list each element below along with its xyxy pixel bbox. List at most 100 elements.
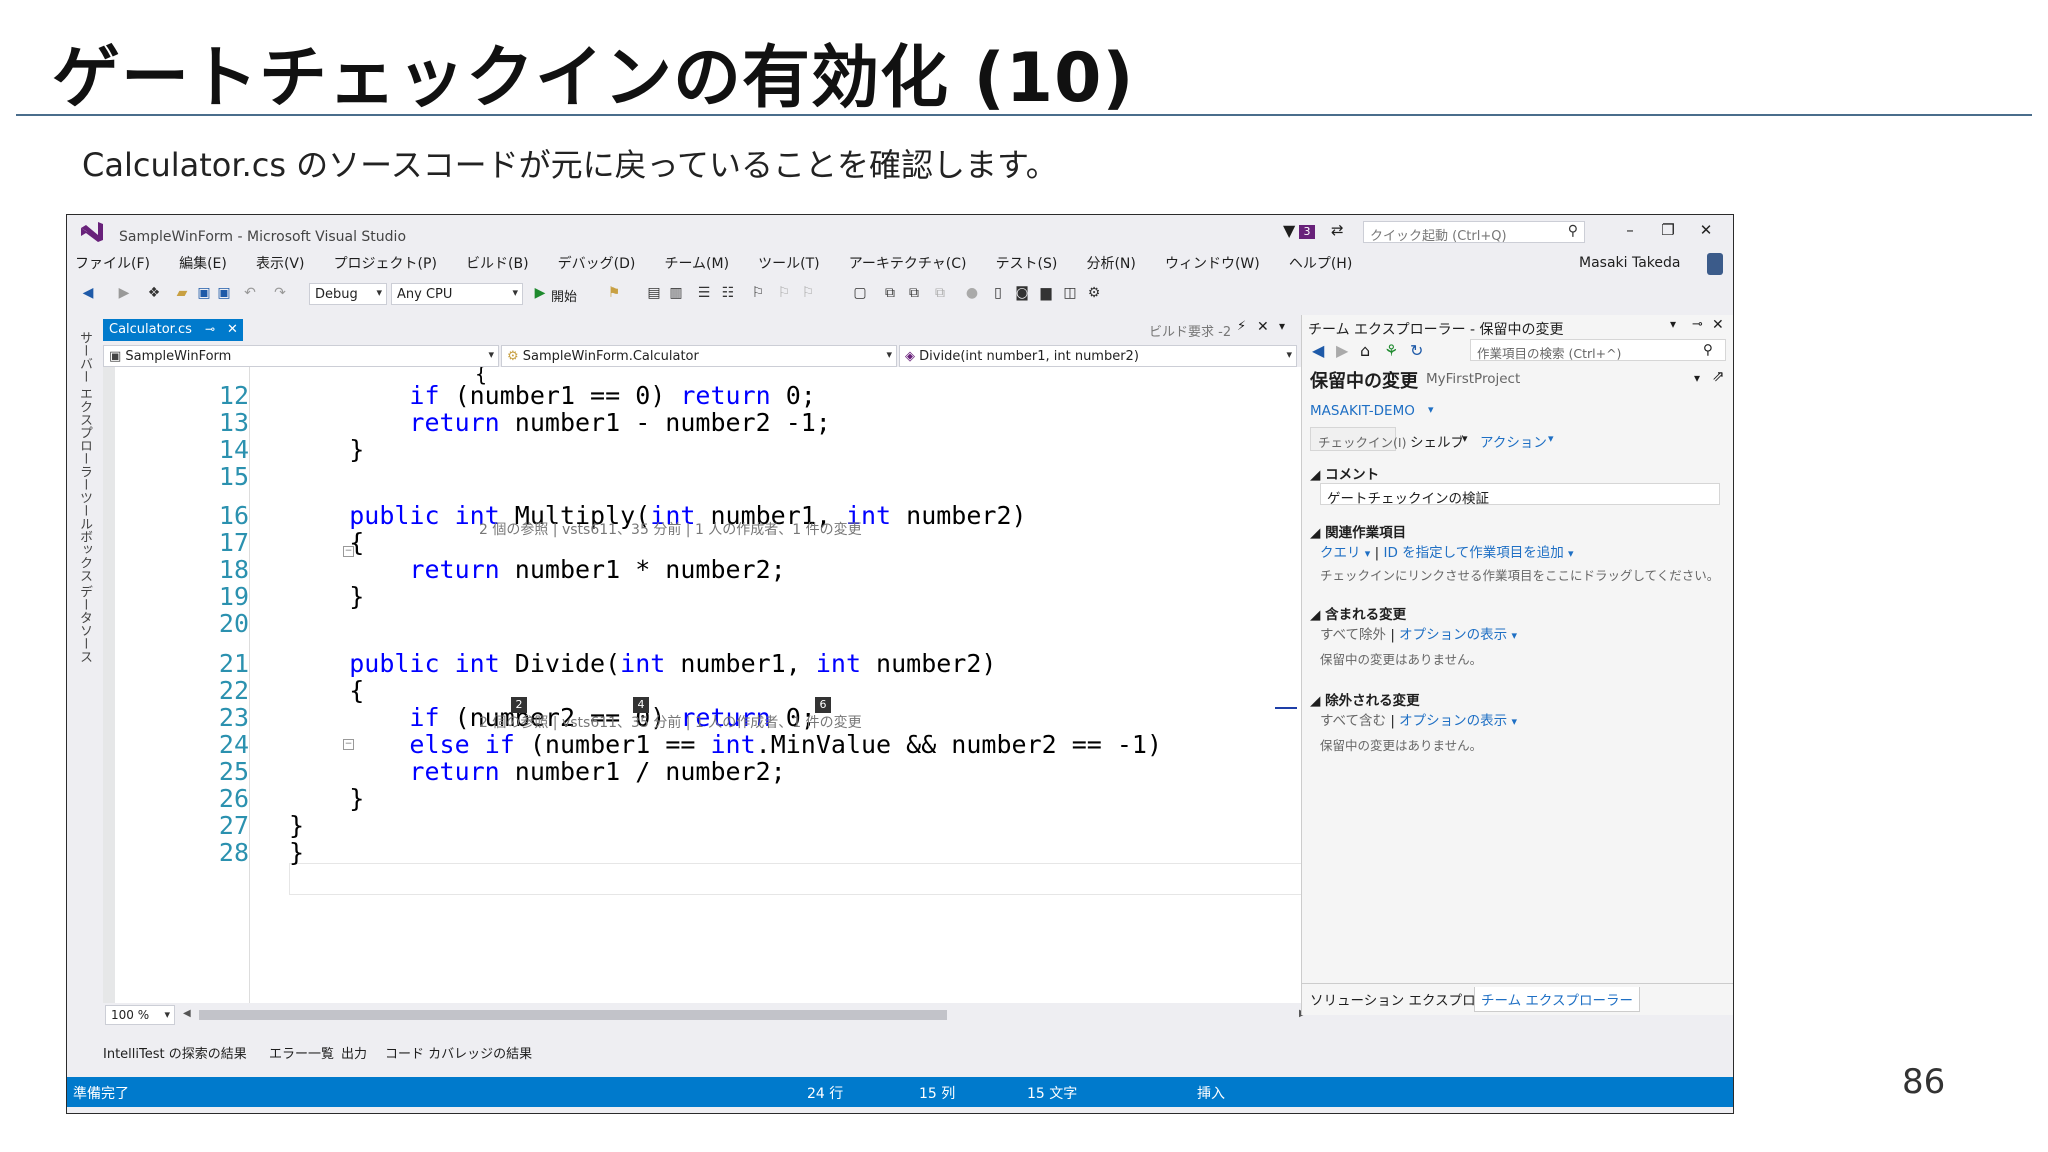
user-avatar[interactable] [1707, 253, 1723, 275]
camera-icon[interactable]: ◙ [1013, 285, 1031, 301]
tab-error-list[interactable]: エラー一覧 [269, 1043, 334, 1062]
checkin-button[interactable]: チェックイン(I) [1310, 427, 1406, 451]
next-bookmark-icon[interactable]: ⚐ [799, 285, 817, 301]
comment-section-header[interactable]: ◢ コメント [1310, 463, 1379, 483]
build-request-label[interactable]: ビルド要求 -2 [1149, 321, 1231, 340]
chevron-down-icon[interactable]: ▾ [1694, 371, 1700, 385]
chevron-down-icon[interactable]: ▾ [1511, 715, 1517, 728]
code-line[interactable]: if (number1 == 0) return 0; [289, 381, 815, 410]
redo-icon[interactable]: ↷ [271, 285, 289, 301]
actions-link[interactable]: アクション [1480, 431, 1547, 451]
flag-icon[interactable]: ⚐ [749, 285, 767, 301]
chevron-down-icon[interactable]: ▾ [1365, 547, 1371, 560]
add-by-id-link[interactable]: ID を指定して作業項目を追加 [1383, 545, 1563, 561]
exclude-all-link[interactable]: すべて除外 [1320, 627, 1386, 643]
code-line[interactable]: } [289, 838, 304, 867]
data-sources-tab[interactable]: データソース [75, 585, 94, 663]
page-icon[interactable]: ▯ [989, 285, 1007, 301]
platform-select[interactable]: Any CPU ▾ [391, 283, 523, 305]
feedback-icon[interactable]: ⇄ [1331, 221, 1344, 239]
chevron-down-icon[interactable]: ▾ [1568, 547, 1574, 560]
undo-icon[interactable]: ↶ [241, 285, 259, 301]
pin-icon[interactable]: ⊸ [1692, 317, 1703, 332]
zoom-select[interactable]: 100 % ▾ [105, 1005, 175, 1025]
record-icon[interactable]: ● [963, 285, 981, 301]
code-line[interactable]: } [289, 811, 304, 840]
menu-tools[interactable]: ツール(T) [758, 253, 819, 273]
close-button[interactable]: ✕ [1695, 221, 1717, 243]
include-all-link[interactable]: すべて含む [1320, 713, 1386, 729]
tab-team-explorer[interactable]: チーム エクスプローラー [1474, 987, 1640, 1012]
comment-input[interactable]: ゲートチェックインの検証 [1320, 483, 1720, 507]
pending-changes-icon[interactable]: ⧉ [905, 285, 923, 301]
attach-icon[interactable]: ⚑ [605, 285, 623, 301]
shelve-link[interactable]: シェルブ [1410, 431, 1464, 451]
forward-icon[interactable]: ▶ [1336, 341, 1348, 360]
project-dropdown[interactable]: ▣ SampleWinForm ▾ [103, 345, 499, 367]
home-icon[interactable]: ⌂ [1360, 341, 1370, 360]
class-dropdown[interactable]: ⚙ SampleWinForm.Calculator ▾ [501, 345, 897, 367]
related-work-items-header[interactable]: ◢ 関連作業項目 [1310, 521, 1406, 541]
project-name[interactable]: MyFirstProject [1426, 371, 1520, 387]
layout-icon[interactable]: ◫ [1061, 285, 1079, 301]
code-line[interactable]: { [289, 676, 364, 705]
code-line[interactable]: } [289, 582, 364, 611]
server-link[interactable]: MASAKIT-DEMO [1310, 403, 1415, 419]
menu-view[interactable]: 表示(V) [256, 253, 305, 273]
code-line[interactable]: } [289, 435, 364, 464]
compare-icon[interactable]: ⧉ [931, 285, 949, 301]
user-name[interactable]: Masaki Takeda [1579, 255, 1680, 271]
menu-analyze[interactable]: 分析(N) [1086, 253, 1135, 273]
toolbox-tab[interactable]: ツールボックス [75, 491, 94, 582]
start-icon[interactable]: ▶ [531, 285, 549, 301]
tab-calculator-cs[interactable]: Calculator.cs ⊸ ✕ [103, 319, 243, 341]
server-explorer-tab[interactable]: サーバー エクスプローラー [75, 331, 94, 491]
solution-icon[interactable]: ⧉ [881, 285, 899, 301]
start-button[interactable]: 開始 [551, 286, 577, 305]
build-icon[interactable]: ⚡ [1237, 319, 1246, 334]
forward-icon[interactable]: ▶ [115, 285, 133, 301]
format-icon[interactable]: ▥ [667, 285, 685, 301]
menu-team[interactable]: チーム(M) [664, 253, 729, 273]
minimize-button[interactable]: – [1619, 221, 1641, 243]
menu-file[interactable]: ファイル(F) [75, 253, 150, 273]
new-item-icon[interactable]: ▢ [851, 285, 869, 301]
chevron-down-icon[interactable]: ▾ [1279, 319, 1285, 333]
included-changes-header[interactable]: ◢ 含まれる変更 [1310, 603, 1406, 623]
screen-icon[interactable]: ▆ [1037, 285, 1055, 301]
back-icon[interactable]: ◀ [1312, 341, 1324, 360]
menu-project[interactable]: プロジェクト(P) [334, 253, 437, 273]
lens-badge[interactable]: 6 [815, 697, 831, 713]
chevron-down-icon[interactable]: ▾ [1548, 432, 1554, 445]
codelens-divide[interactable]: 2 個の参照 | vsts611、35 分前 | 1 人の作成者、1 件の変更 [479, 712, 862, 732]
query-link[interactable]: クエリ [1320, 545, 1361, 561]
restore-button[interactable]: ❐ [1657, 221, 1679, 243]
show-options-link[interactable]: オプションの表示 [1399, 713, 1507, 729]
lens-badge[interactable]: 4 [633, 697, 649, 713]
quick-launch-input[interactable]: クイック起動 (Ctrl+Q) ⚲ [1363, 221, 1585, 244]
open-file-icon[interactable]: ▰ [173, 285, 191, 301]
codelens-multiply[interactable]: 2 個の参照 | vsts611、35 分前 | 1 人の作成者、1 件の変更 [479, 519, 862, 539]
menu-build[interactable]: ビルド(B) [466, 253, 529, 273]
tab-output[interactable]: 出力 [341, 1043, 367, 1062]
lens-badge[interactable]: 2 [511, 697, 527, 713]
build-close-icon[interactable]: ✕ [1257, 319, 1269, 335]
menu-window[interactable]: ウィンドウ(W) [1165, 253, 1260, 273]
show-options-link[interactable]: オプションの表示 [1399, 627, 1507, 643]
connect-icon[interactable]: ⚘ [1384, 341, 1398, 360]
new-project-icon[interactable]: ❖ [145, 285, 163, 301]
settings-icon[interactable]: ⚙ [1085, 285, 1103, 301]
chevron-down-icon[interactable]: ▾ [1511, 629, 1517, 642]
undock-icon[interactable]: ⇗ [1712, 367, 1725, 385]
menu-test[interactable]: テスト(S) [996, 253, 1058, 273]
code-line[interactable]: } [289, 784, 364, 813]
filter-icon[interactable]: ▼ [1283, 221, 1295, 240]
prev-bookmark-icon[interactable]: ⚐ [775, 285, 793, 301]
tab-code-coverage[interactable]: コード カバレッジの結果 [385, 1043, 532, 1062]
tab-intellitest-results[interactable]: IntelliTest の探索の結果 [103, 1043, 247, 1062]
chevron-down-icon[interactable]: ▾ [1428, 403, 1434, 416]
back-icon[interactable]: ◀ [79, 285, 97, 301]
code-line[interactable]: else if (number1 == int.MinValue && numb… [289, 730, 1162, 759]
work-item-search-input[interactable]: 作業項目の検索 (Ctrl+^) ⚲ [1470, 339, 1726, 361]
member-dropdown[interactable]: ◈ Divide(int number1, int number2) ▾ [899, 345, 1297, 367]
